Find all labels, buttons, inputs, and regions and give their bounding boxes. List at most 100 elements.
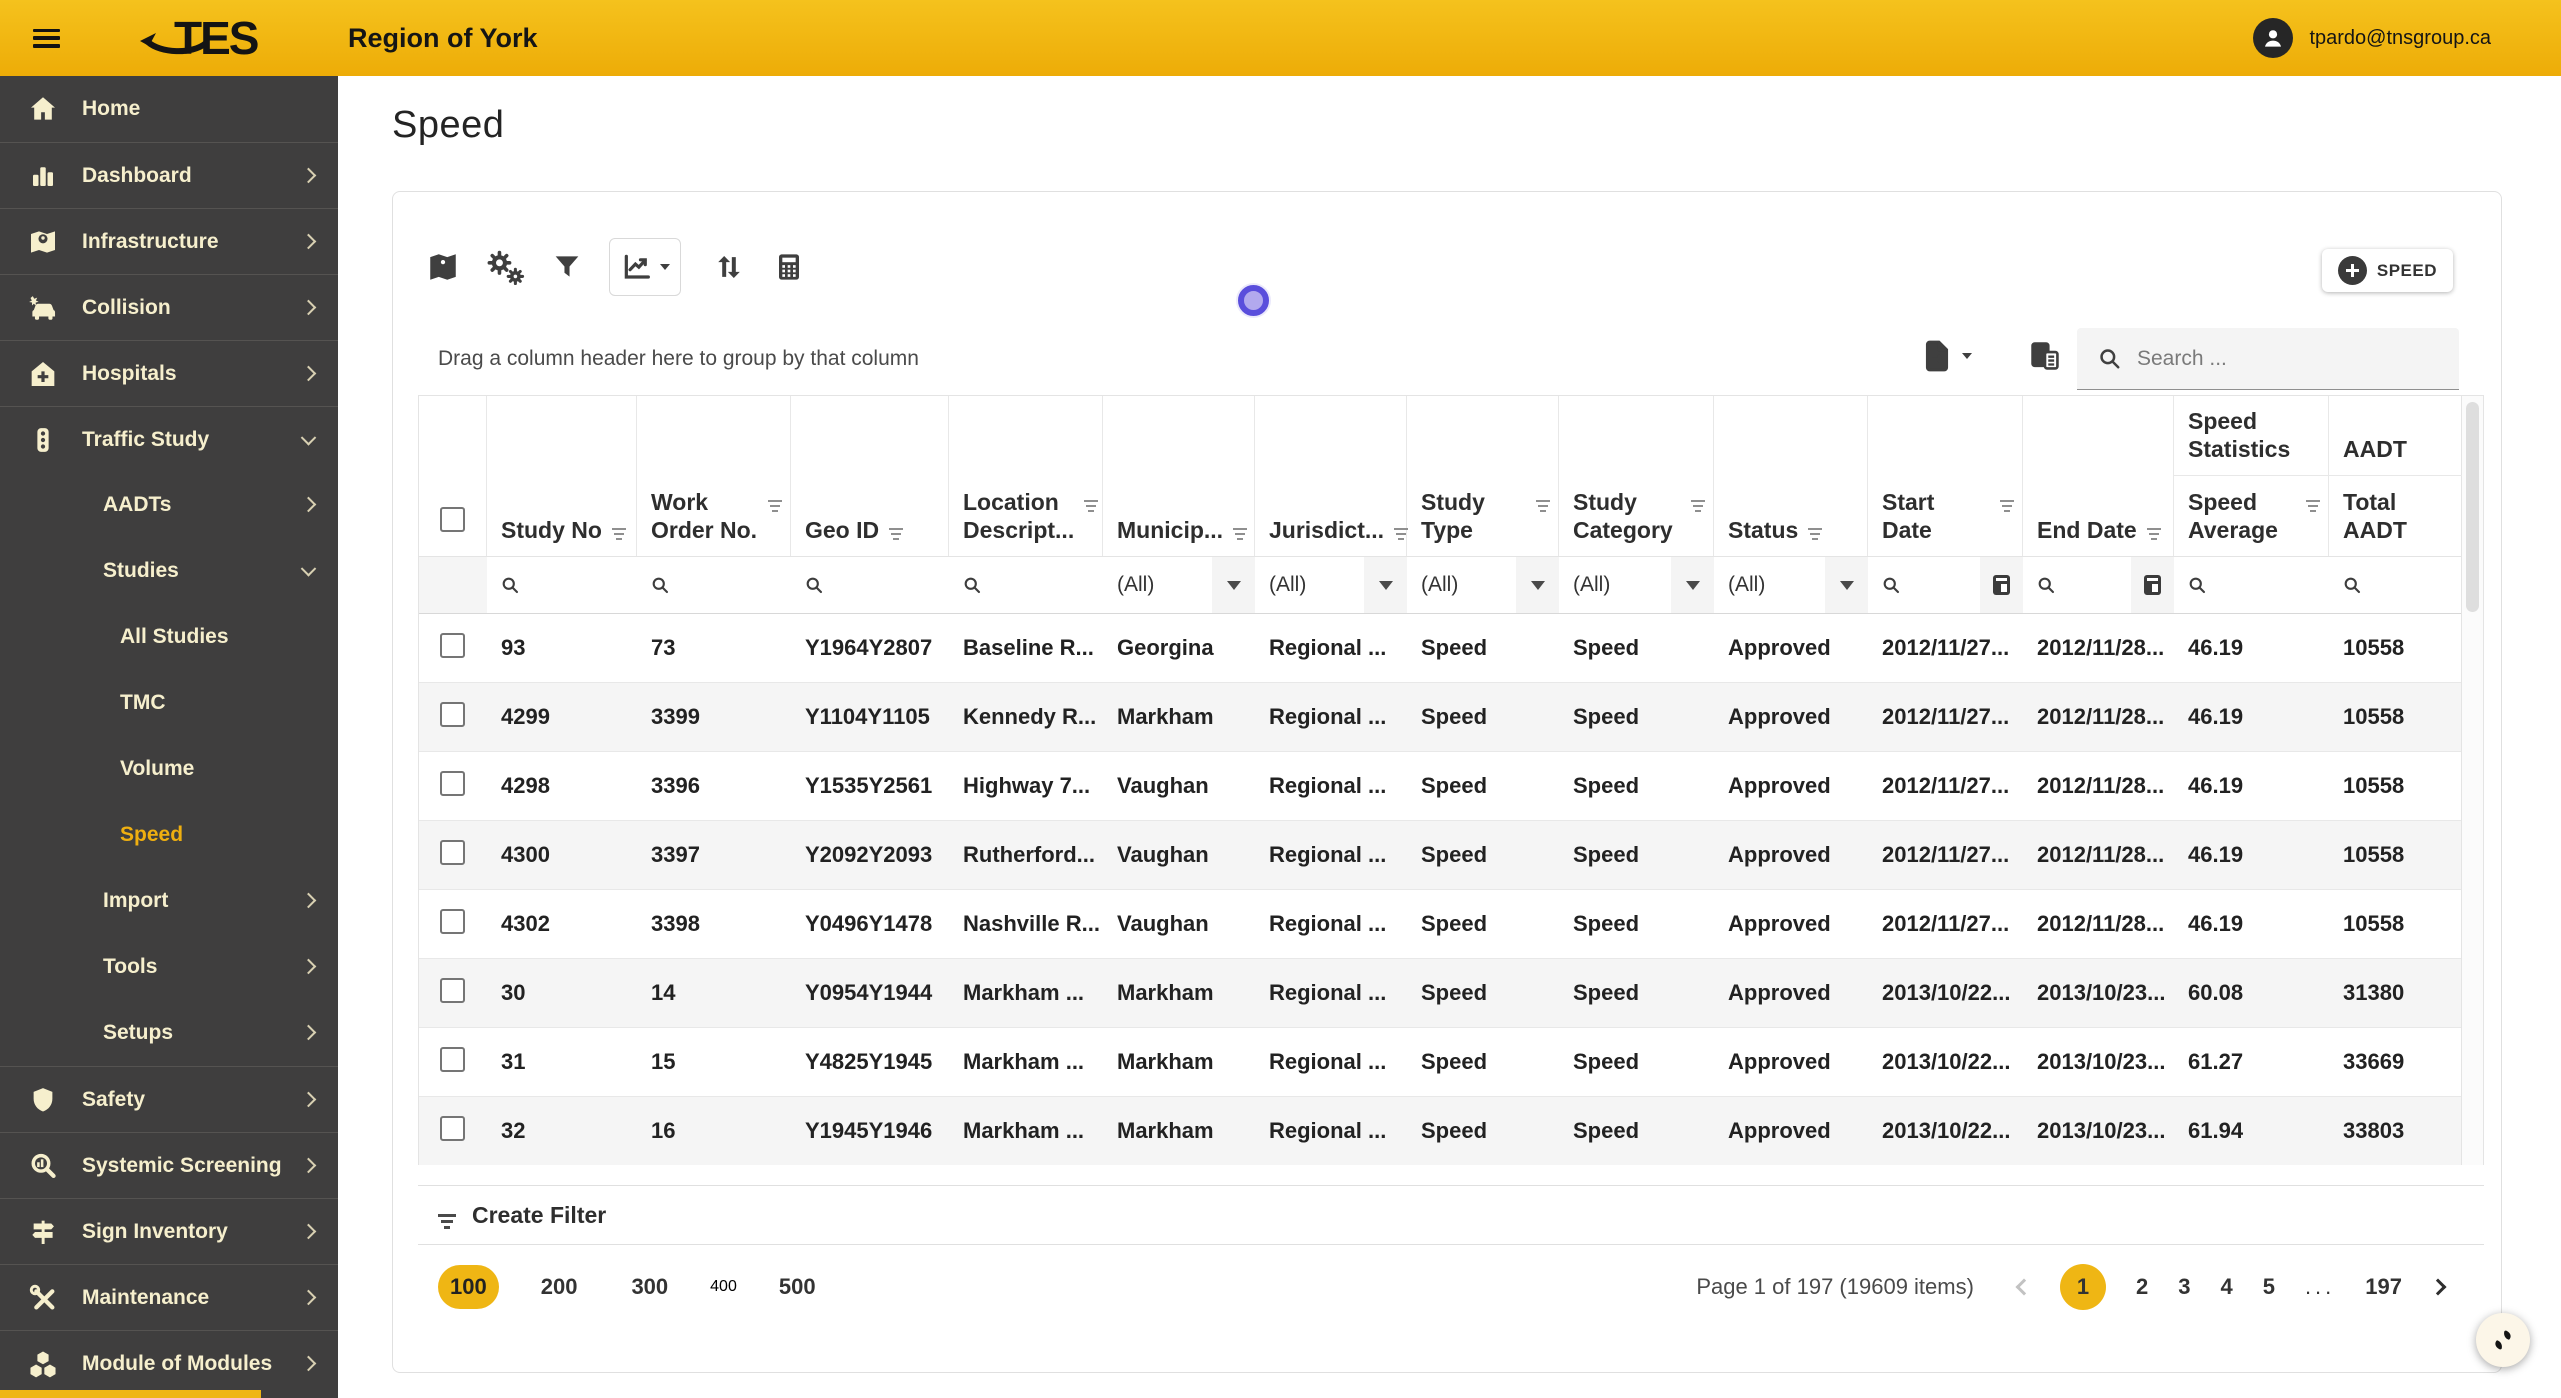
dropdown-button[interactable]	[1825, 557, 1868, 613]
filter-work-order-no[interactable]	[637, 557, 791, 613]
row-checkbox[interactable]	[440, 840, 465, 865]
user-avatar[interactable]	[2253, 18, 2293, 58]
table-row[interactable]: 30 14 Y0954Y1944 Markham ... Markham Reg…	[419, 959, 2461, 1028]
column-header-study-type[interactable]: Study Type	[1407, 396, 1559, 556]
filter-end-date[interactable]	[2023, 557, 2174, 613]
scrollbar-thumb[interactable]	[2466, 402, 2479, 612]
page-size-100[interactable]: 100	[438, 1265, 499, 1309]
sidebar-item-maintenance[interactable]: Maintenance	[0, 1264, 338, 1330]
filter-status[interactable]: (All)	[1714, 557, 1868, 613]
header-filter-icon[interactable]	[2147, 528, 2161, 530]
table-row[interactable]: 4300 3397 Y2092Y2093 Rutherford... Vaugh…	[419, 821, 2461, 890]
filter-button[interactable]	[551, 251, 583, 283]
filter-start-date[interactable]	[1868, 557, 2023, 613]
page-197[interactable]: 197	[2365, 1274, 2402, 1300]
table-row[interactable]: 31 15 Y4825Y1945 Markham ... Markham Reg…	[419, 1028, 2461, 1097]
calendar-button[interactable]	[1980, 557, 2023, 613]
sidebar-item-home[interactable]: Home	[0, 76, 338, 142]
filter-location[interactable]	[949, 557, 1103, 613]
column-header-jurisdiction[interactable]: Jurisdict...	[1255, 396, 1407, 556]
assistant-fab-button[interactable]	[2476, 1313, 2530, 1367]
hamburger-menu-button[interactable]	[33, 29, 60, 48]
filter-study-category[interactable]: (All)	[1559, 557, 1714, 613]
page-size-400[interactable]: 400	[710, 1278, 737, 1296]
next-page-icon[interactable]	[2430, 1279, 2447, 1296]
page-size-300[interactable]: 300	[619, 1265, 680, 1309]
row-checkbox[interactable]	[440, 1116, 465, 1141]
column-header-study-no[interactable]: Study No	[487, 396, 637, 556]
row-checkbox[interactable]	[440, 702, 465, 727]
row-checkbox[interactable]	[440, 978, 465, 1003]
export-button[interactable]	[1921, 338, 1972, 374]
filter-total-aadt[interactable]	[2329, 557, 2462, 613]
header-filter-icon[interactable]	[612, 528, 626, 530]
page-5[interactable]: 5	[2263, 1274, 2275, 1300]
row-checkbox[interactable]	[440, 771, 465, 796]
filter-speed-average[interactable]	[2174, 557, 2329, 613]
column-header-status[interactable]: Status	[1714, 396, 1868, 556]
sidebar-item-studies[interactable]: Studies	[0, 538, 338, 604]
search-input[interactable]	[2137, 347, 2449, 371]
filter-study-no[interactable]	[487, 557, 637, 613]
page-size-500[interactable]: 500	[767, 1265, 828, 1309]
header-filter-icon[interactable]	[1808, 528, 1822, 530]
column-header-end-date[interactable]: End Date	[2023, 396, 2174, 556]
select-all-checkbox[interactable]	[440, 507, 465, 532]
table-row[interactable]: 4299 3399 Y1104Y1105 Kennedy R... Markha…	[419, 683, 2461, 752]
swap-refresh-button[interactable]	[711, 250, 747, 284]
vertical-scrollbar[interactable]	[2462, 396, 2483, 1165]
sidebar-item-safety[interactable]: Safety	[0, 1066, 338, 1132]
previous-page-icon[interactable]	[2015, 1279, 2032, 1296]
header-filter-icon[interactable]	[1233, 528, 1247, 530]
sidebar-item-tools[interactable]: Tools	[0, 934, 338, 1000]
map-view-button[interactable]	[425, 250, 461, 284]
table-row[interactable]: 32 16 Y1945Y1946 Markham ... Markham Reg…	[419, 1097, 2461, 1166]
header-filter-icon[interactable]	[1084, 500, 1098, 502]
header-filter-icon[interactable]	[2000, 500, 2014, 502]
calculator-button[interactable]	[773, 250, 805, 284]
sidebar-item-all-studies[interactable]: All Studies	[0, 604, 338, 670]
header-filter-icon[interactable]	[1691, 500, 1705, 502]
column-header-work-order-no[interactable]: Work Order No.	[637, 396, 791, 556]
sidebar-item-traffic-study[interactable]: Traffic Study	[0, 406, 338, 472]
filter-jurisdiction[interactable]: (All)	[1255, 557, 1407, 613]
sidebar-item-import[interactable]: Import	[0, 868, 338, 934]
row-checkbox[interactable]	[440, 1047, 465, 1072]
dropdown-button[interactable]	[1364, 557, 1407, 613]
create-filter-button[interactable]: Create Filter	[418, 1185, 2484, 1245]
page-1[interactable]: 1	[2060, 1264, 2106, 1310]
filter-geo-id[interactable]	[791, 557, 949, 613]
table-row[interactable]: 93 73 Y1964Y2807 Baseline R... Georgina …	[419, 614, 2461, 683]
header-filter-icon[interactable]	[1394, 528, 1408, 530]
dropdown-button[interactable]	[1671, 557, 1714, 613]
filter-municipality[interactable]: (All)	[1103, 557, 1255, 613]
sidebar-item-collision[interactable]: Collision	[0, 274, 338, 340]
sidebar-item-aadts[interactable]: AADTs	[0, 472, 338, 538]
settings-gears-button[interactable]	[485, 249, 525, 285]
header-filter-icon[interactable]	[889, 528, 903, 530]
add-speed-button[interactable]: SPEED	[2322, 249, 2453, 292]
column-header-study-category[interactable]: Study Category	[1559, 396, 1714, 556]
row-checkbox[interactable]	[440, 633, 465, 658]
sidebar-item-tmc[interactable]: TMC	[0, 670, 338, 736]
page-size-200[interactable]: 200	[529, 1265, 590, 1309]
sidebar-item-systemic-screening[interactable]: Systemic Screening	[0, 1132, 338, 1198]
row-checkbox[interactable]	[440, 909, 465, 934]
column-header-municipality[interactable]: Municip...	[1103, 396, 1255, 556]
sidebar-item-module-of-modules[interactable]: Module of Modules	[0, 1330, 338, 1396]
dropdown-button[interactable]	[1516, 557, 1559, 613]
column-header-geo-id[interactable]: Geo ID	[791, 396, 949, 556]
sidebar-item-hospitals[interactable]: Hospitals	[0, 340, 338, 406]
table-row[interactable]: 4302 3398 Y0496Y1478 Nashville R... Vaug…	[419, 890, 2461, 959]
sidebar-item-speed[interactable]: Speed	[0, 802, 338, 868]
chart-view-button[interactable]	[609, 238, 681, 296]
sidebar-item-setups[interactable]: Setups	[0, 1000, 338, 1066]
table-row[interactable]: 4298 3396 Y1535Y2561 Highway 7... Vaugha…	[419, 752, 2461, 821]
calendar-button[interactable]	[2131, 557, 2174, 613]
sidebar-item-dashboard[interactable]: Dashboard	[0, 142, 338, 208]
column-header-location-description[interactable]: Location Descript...	[949, 396, 1103, 556]
sidebar-item-sign-inventory[interactable]: Sign Inventory	[0, 1198, 338, 1264]
page-2[interactable]: 2	[2136, 1274, 2148, 1300]
column-header-total-aadt[interactable]: Total AADT	[2329, 476, 2462, 557]
sidebar-item-volume[interactable]: Volume	[0, 736, 338, 802]
